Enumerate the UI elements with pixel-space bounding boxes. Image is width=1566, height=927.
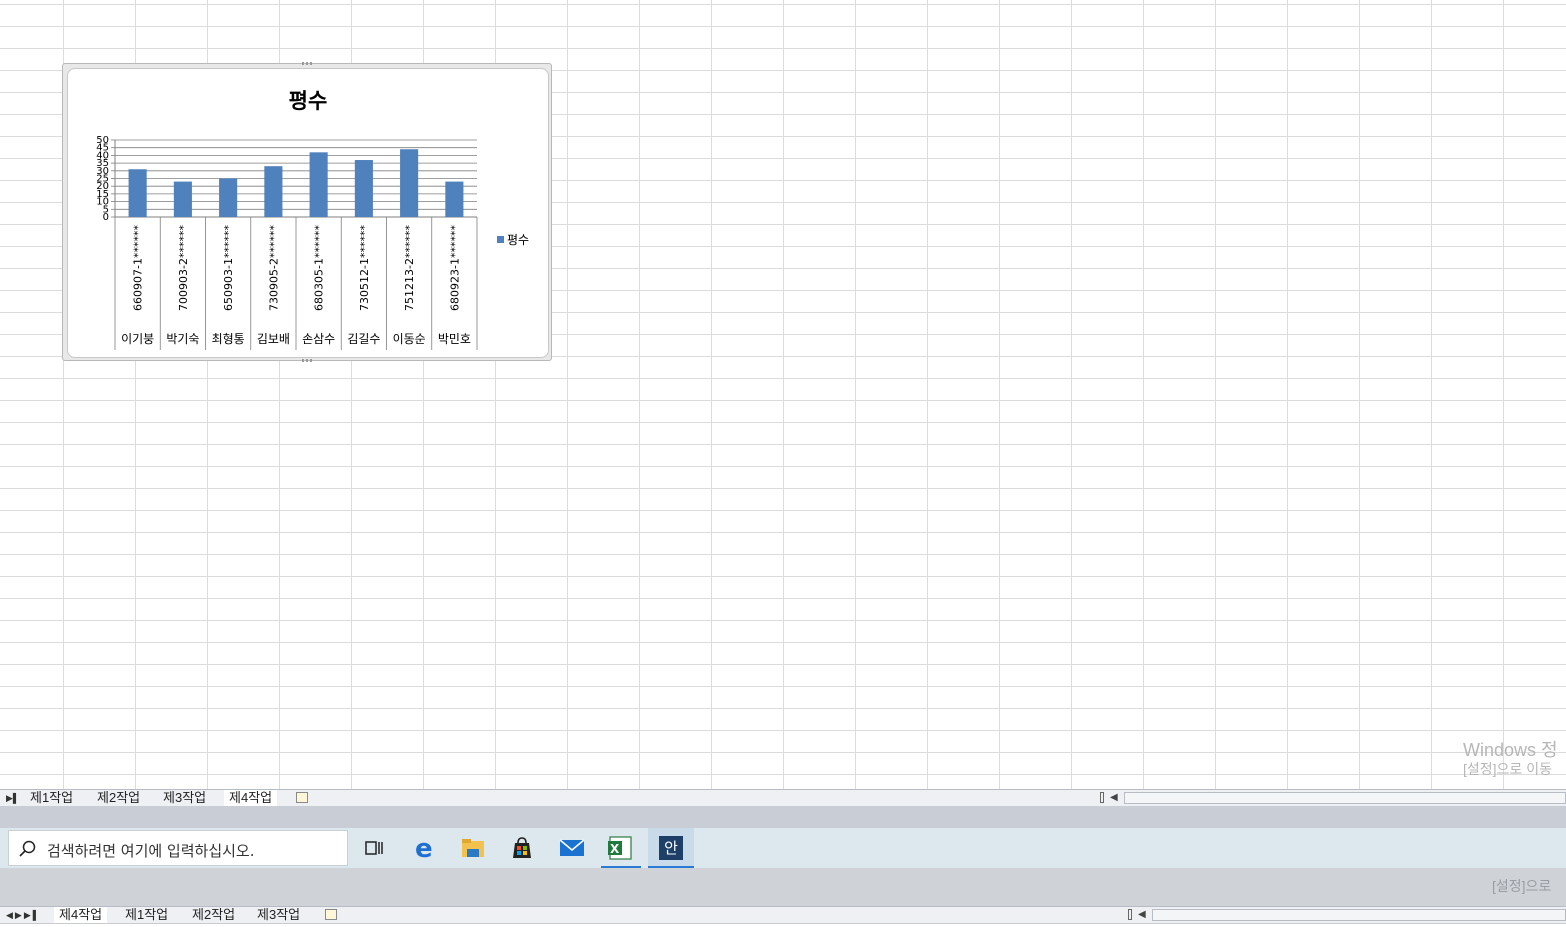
category-label-id: 730905-2****** bbox=[267, 225, 280, 311]
excel-icon[interactable]: X bbox=[600, 828, 640, 868]
taskbar-search-box[interactable]: 검색하려면 여기에 입력하십시오. bbox=[8, 830, 348, 866]
bottom-sheet-tab-2[interactable]: 제1작업 bbox=[125, 907, 168, 923]
bar bbox=[128, 169, 147, 217]
chart-title: 평수 bbox=[289, 89, 328, 113]
edge-icon[interactable]: e bbox=[405, 828, 445, 868]
activation-watermark-line2: [설정]으로 이동 bbox=[1463, 761, 1552, 777]
bar bbox=[400, 149, 419, 217]
category-label-name: 김보배 bbox=[257, 332, 290, 346]
bar bbox=[264, 166, 283, 217]
bottom-split-handle-icon[interactable] bbox=[1128, 909, 1132, 920]
sheet-tab-bar-bottom: ◀▶▶▌ 제4작업 제1작업 제2작업 제3작업 ◀ bbox=[0, 906, 1566, 924]
insert-sheet-icon[interactable] bbox=[296, 792, 308, 803]
horizontal-scrollbar-top[interactable] bbox=[1124, 792, 1566, 804]
y-tick-label: 50 bbox=[96, 135, 109, 146]
category-label-id: 660907-1****** bbox=[132, 225, 145, 311]
sheet-tab-bar-top: ▶▌ 제1작업 제2작업 제3작업 제4작업 ◀ bbox=[0, 789, 1566, 807]
chart-object[interactable]: 평수 0 5 10 15 20 25 30 35 40 45 50 660907-1****** 이기붕 7… bbox=[62, 62, 552, 362]
bottom-sheet-tab-1-active[interactable]: 제4작업 bbox=[54, 907, 108, 923]
category-label-name: 최형통 bbox=[212, 332, 245, 346]
task-view-icon[interactable] bbox=[354, 828, 394, 868]
scroll-left-icon[interactable]: ◀ bbox=[1110, 790, 1118, 806]
bottom-sheet-tab-3[interactable]: 제2작업 bbox=[192, 907, 235, 923]
bottom-insert-sheet-icon[interactable] bbox=[325, 909, 337, 920]
bottom-scroll-left-icon[interactable]: ◀ bbox=[1138, 907, 1146, 923]
category-label-name: 김길수 bbox=[347, 332, 380, 346]
category-label-name: 박기숙 bbox=[166, 332, 199, 346]
category-label-name: 손삼수 bbox=[302, 332, 335, 346]
activation-watermark-lower: [설정]으로 bbox=[1492, 878, 1552, 894]
horizontal-scrollbar-bottom[interactable] bbox=[1152, 909, 1566, 921]
legend-swatch bbox=[497, 236, 504, 243]
hangul-app-icon[interactable]: 안 bbox=[648, 828, 694, 868]
search-placeholder: 검색하려면 여기에 입력하십시오. bbox=[47, 842, 255, 860]
bar bbox=[219, 178, 238, 217]
bar bbox=[445, 181, 464, 217]
bar-chart: 평수05101520253035404550660907-1******이기붕7… bbox=[96, 89, 529, 350]
category-label-id: 680923-1****** bbox=[448, 225, 461, 311]
bar bbox=[309, 152, 328, 217]
category-label-id: 680305-1****** bbox=[313, 225, 326, 311]
mail-icon[interactable] bbox=[552, 828, 592, 868]
sheet-tab-3[interactable]: 제3작업 bbox=[163, 790, 206, 806]
sheet-tab-4-active[interactable]: 제4작업 bbox=[224, 790, 278, 806]
category-label-name: 박민호 bbox=[438, 332, 471, 346]
windows-taskbar: 검색하려면 여기에 입력하십시오. e X 안 bbox=[0, 828, 1566, 868]
tab-scroll-arrows-icon[interactable]: ◀▶▶▌ bbox=[6, 907, 41, 923]
split-handle-icon[interactable] bbox=[1100, 792, 1104, 803]
category-label-id: 751213-2****** bbox=[403, 225, 416, 311]
tab-scroll-last-icon[interactable]: ▶▌ bbox=[6, 790, 19, 806]
hangul-label: 안 bbox=[659, 836, 683, 860]
svg-text:e: e bbox=[415, 836, 433, 860]
category-label-name: 이동순 bbox=[393, 332, 426, 346]
background-window-area: [설정]으로 bbox=[0, 868, 1566, 908]
sheet-tab-1[interactable]: 제1작업 bbox=[30, 790, 73, 806]
category-label-id: 650903-1****** bbox=[222, 225, 235, 311]
category-label-id: 730512-1****** bbox=[358, 225, 371, 311]
sheet-tab-2[interactable]: 제2작업 bbox=[97, 790, 140, 806]
category-label-name: 이기붕 bbox=[121, 332, 154, 346]
bottom-sheet-tab-4[interactable]: 제3작업 bbox=[257, 907, 300, 923]
status-strip bbox=[0, 806, 1566, 828]
bar bbox=[354, 160, 373, 217]
store-icon[interactable] bbox=[502, 828, 542, 868]
legend-label: 평수 bbox=[507, 233, 529, 247]
search-icon bbox=[19, 840, 36, 857]
svg-text:X: X bbox=[610, 842, 620, 856]
file-explorer-icon[interactable] bbox=[453, 828, 493, 868]
bar bbox=[173, 181, 192, 217]
category-label-id: 700903-2****** bbox=[177, 225, 190, 311]
